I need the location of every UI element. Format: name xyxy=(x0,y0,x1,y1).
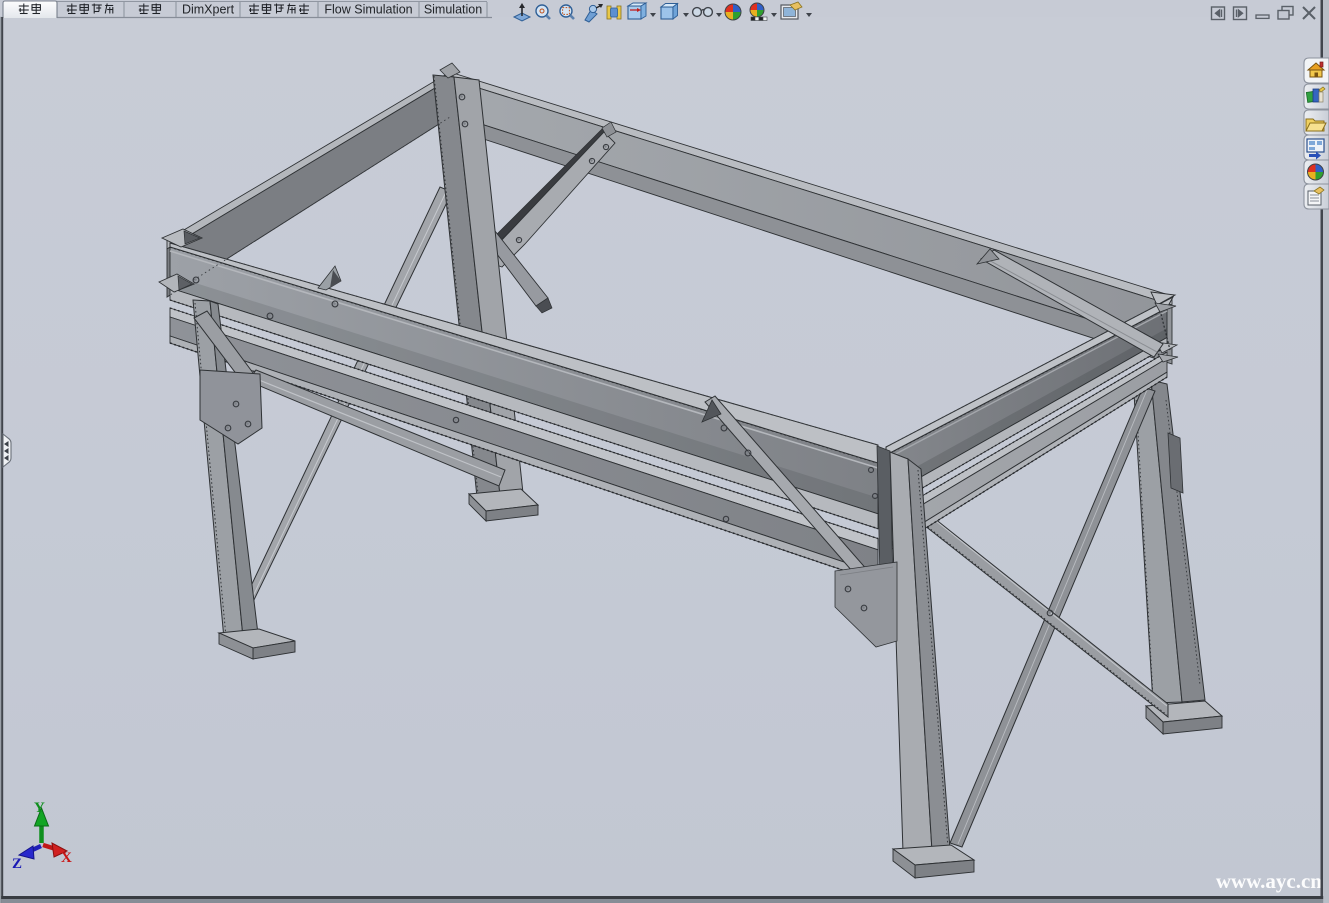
svg-text:Z: Z xyxy=(12,856,22,872)
svg-text:Flow Simulation: Flow Simulation xyxy=(324,3,412,17)
svg-text:www.ayc.cn: www.ayc.cn xyxy=(1216,869,1322,893)
svg-text:DimXpert: DimXpert xyxy=(182,3,235,17)
svg-text:X: X xyxy=(61,850,72,866)
svg-text:Y: Y xyxy=(34,800,45,816)
svg-text:Simulation: Simulation xyxy=(424,3,482,17)
